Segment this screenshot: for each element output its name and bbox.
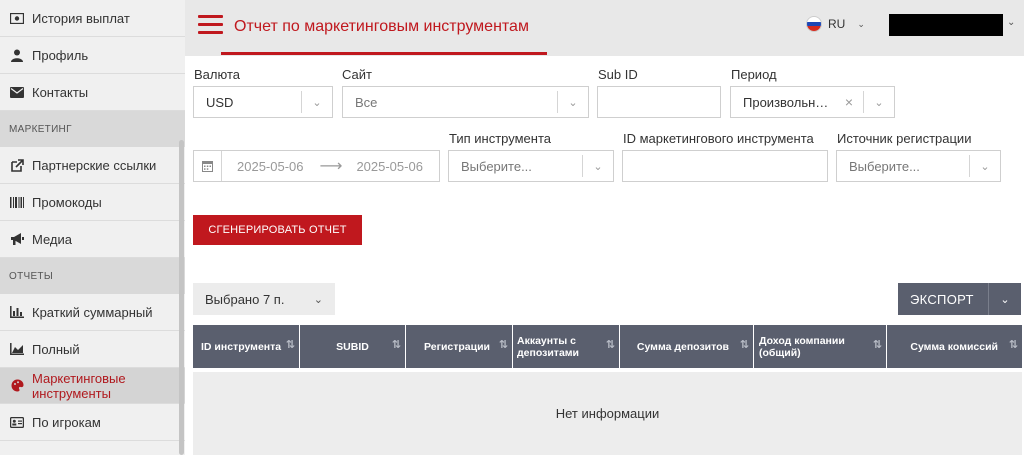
date-from[interactable]: 2025-05-06 [237,159,304,174]
currency-select[interactable]: USD ⌄ [193,86,333,118]
id-card-icon [9,414,25,430]
sidebar-item-profile[interactable]: Профиль [0,37,185,74]
export-label: ЭКСПОРТ [910,291,974,307]
sort-icon[interactable]: ⇅ [392,339,401,351]
period-value: Произвольн… [743,94,829,110]
chevron-down-icon[interactable]: ⌄ [1007,17,1015,28]
chevron-down-icon: ⌄ [874,96,884,109]
language-selector[interactable]: RU ⌄ [806,16,865,32]
chevron-down-icon: ⌄ [312,96,322,109]
menu-burger-icon[interactable] [198,15,223,35]
sidebar-item-contacts[interactable]: Контакты [0,74,185,111]
sidebar-item-label: Маркетинговые инструменты [32,370,126,401]
sidebar-section-reports: ОТЧЕТЫ [0,258,185,294]
sidebar-item-label: Полный [32,341,80,357]
column-header-subid[interactable]: SUBID ⇅ [300,325,406,368]
calendar-icon [194,151,222,181]
envelope-icon [9,84,25,100]
user-account-redacted[interactable] [889,14,1003,36]
table-header: ID инструмента ⇅ SUBID ⇅ Регистрации ⇅ Акка… [193,325,1022,368]
money-icon [9,10,25,26]
top-header: Отчет по маркетинговым инструментам RU ⌄… [185,0,1024,56]
sidebar-item-label: Профиль [32,47,89,63]
chevron-down-icon: ⌄ [568,96,578,109]
site-label: Сайт [342,67,372,82]
subid-input[interactable] [597,86,721,118]
russia-flag-icon [806,16,822,32]
date-range-picker[interactable]: 2025-05-06 ⟶ 2025-05-06 [193,150,440,182]
chevron-down-icon: ⌄ [857,18,865,29]
sidebar-item-full[interactable]: Полный [0,331,185,368]
page-title: Отчет по маркетинговым инструментам [234,18,529,35]
reg-source-select[interactable]: Выберите... ⌄ [836,150,1001,182]
column-selector-label: Выбрано 7 п. [205,291,285,307]
sidebar-item-label: По игрокам [32,414,101,430]
sidebar-item-payout-history[interactable]: История выплат [0,0,185,37]
sidebar-item-marketing-tools[interactable]: Маркетинговые инструменты [0,368,185,404]
sort-icon[interactable]: ⇅ [286,339,295,351]
user-icon [9,47,25,63]
sidebar: История выплат Профиль Контакты МАРКЕТИН… [0,0,185,455]
sort-icon[interactable]: ⇅ [606,339,615,351]
column-header-company-income[interactable]: Доход компании (общий) ⇅ [754,325,887,368]
sidebar-item-label: Промокоды [32,194,102,210]
sort-icon[interactable]: ⇅ [499,339,508,351]
subid-label: Sub ID [598,67,638,82]
sort-icon[interactable]: ⇅ [1009,339,1018,351]
tool-id-label: ID маркетингового инструмента [623,131,814,146]
tool-id-input[interactable] [622,150,828,182]
barcode-icon [9,194,25,210]
external-link-icon [9,157,25,173]
chevron-down-icon: ⌄ [593,160,603,173]
tool-type-placeholder: Выберите... [461,158,532,174]
sidebar-item-brief-summary[interactable]: Краткий суммарный [0,294,185,331]
tool-type-select[interactable]: Выберите... ⌄ [448,150,614,182]
column-header-commission-sum[interactable]: Сумма комиссий ⇅ [887,325,1022,368]
currency-value: USD [206,94,234,110]
sidebar-item-label: Медиа [32,231,72,247]
column-header-tool-id[interactable]: ID инструмента ⇅ [193,325,300,368]
sidebar-section-marketing: МАРКЕТИНГ [0,111,185,147]
megaphone-icon [9,231,25,247]
period-select[interactable]: Произвольн… × ⌄ [730,86,895,118]
reg-source-placeholder: Выберите... [849,158,920,174]
empty-text: Нет информации [555,406,660,421]
sidebar-item-label: Краткий суммарный [32,304,153,320]
sort-icon[interactable]: ⇅ [740,339,749,351]
table-empty-state: Нет информации [193,372,1022,455]
sidebar-item-by-players[interactable]: По игрокам [0,404,185,441]
clear-icon[interactable]: × [845,94,853,110]
reg-source-label: Источник регистрации [837,131,972,146]
arrow-right-icon: ⟶ [319,158,343,175]
sidebar-scrollbar[interactable] [179,140,184,455]
sort-icon[interactable]: ⇅ [873,339,882,351]
column-selector[interactable]: Выбрано 7 п. ⌄ [193,283,335,315]
language-label: RU [828,17,846,31]
sidebar-item-promocodes[interactable]: Промокоды [0,184,185,221]
bar-chart-icon [9,304,25,320]
date-to[interactable]: 2025-05-06 [356,159,423,174]
chevron-down-icon: ⌄ [980,160,990,173]
site-value: Все [355,94,378,110]
column-header-deposit-accounts[interactable]: Аккаунты с депозитами ⇅ [513,325,620,368]
sidebar-item-label: Контакты [32,84,89,100]
sidebar-item-label: Партнерские ссылки [32,157,157,173]
chevron-down-icon: ⌄ [313,293,323,306]
column-header-registrations[interactable]: Регистрации ⇅ [406,325,513,368]
chevron-down-icon[interactable]: ⌄ [989,293,1021,306]
tool-type-label: Тип инструмента [449,131,552,146]
area-chart-icon [9,341,25,357]
currency-label: Валюта [194,67,240,82]
column-header-deposit-sum[interactable]: Сумма депозитов ⇅ [620,325,754,368]
export-button[interactable]: ЭКСПОРТ ⌄ [898,283,1021,315]
title-underline [221,52,547,55]
sidebar-item-partner-links[interactable]: Партнерские ссылки [0,147,185,184]
period-label: Период [731,67,777,82]
palette-icon [9,378,25,394]
site-select[interactable]: Все ⌄ [342,86,589,118]
sidebar-item-media[interactable]: Медиа [0,221,185,258]
generate-report-button[interactable]: СГЕНЕРИРОВАТЬ ОТЧЕТ [193,215,362,245]
sidebar-item-label: История выплат [32,10,130,26]
